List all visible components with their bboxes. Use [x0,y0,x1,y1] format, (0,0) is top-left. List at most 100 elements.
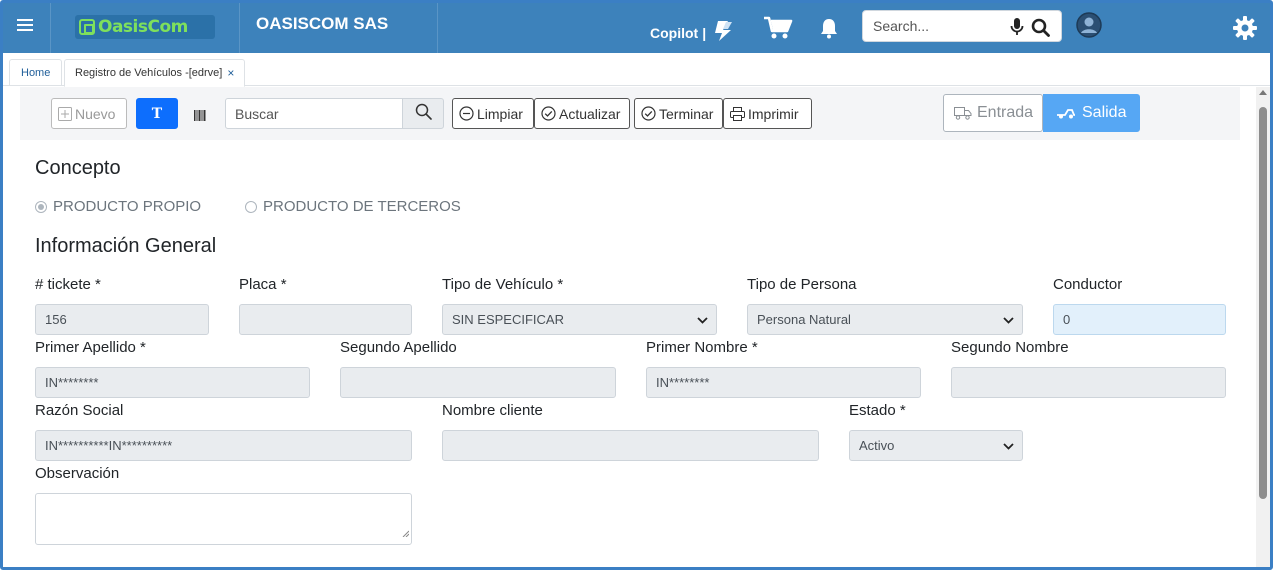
copilot-separator: | [702,24,707,41]
entrada-label: Entrada [977,104,1034,121]
radio-button[interactable] [245,200,257,213]
conductor-label: Conductor [1053,276,1123,293]
segundo-nombre-label: Segundo Nombre [951,339,1069,356]
radio-label: PRODUCTO DE TERCEROS [263,198,461,215]
tipo-vehiculo-value: SIN ESPECIFICAR [452,312,564,327]
estado-label: Estado * [849,402,906,419]
razon-social-field[interactable]: IN**********IN********** [35,430,412,461]
truck-icon [954,106,972,120]
tipo-vehiculo-label: Tipo de Vehículo * [442,276,564,293]
entrada-button[interactable]: Entrada [943,94,1043,132]
estado-select[interactable]: Activo [849,430,1023,461]
radio-producto-terceros[interactable]: PRODUCTO DE TERCEROS [245,198,461,215]
concepto-title: Concepto [35,157,121,179]
tipo-persona-select[interactable]: Persona Natural [747,304,1023,335]
nombre-cliente-label: Nombre cliente [442,402,543,419]
estado-value: Activo [859,438,895,453]
limpiar-button[interactable]: Limpiar [452,98,534,129]
scroll-up-icon[interactable] [1259,90,1267,95]
primer-apellido-label: Primer Apellido * [35,339,146,356]
text-mode-label: T [151,105,163,122]
tab-registro-vehiculos[interactable]: Registro de Vehículos -[edrve] × [64,59,246,87]
placa-label: Placa * [239,276,287,293]
text-mode-button[interactable]: T [136,98,178,129]
user-icon[interactable] [1076,12,1102,38]
ticket-field[interactable]: 156 [35,304,209,335]
primer-nombre-label: Primer Nombre * [646,339,758,356]
app-window: OasisCom OASISCOM SAS Copilot | Search..… [0,0,1273,570]
salida-button[interactable]: Salida [1043,94,1140,132]
logo-mark-icon [79,19,95,35]
minus-circle-icon [459,106,474,121]
vertical-scrollbar[interactable] [1256,87,1270,567]
search-icon[interactable] [1031,18,1050,42]
tab-home-label: Home [21,67,51,79]
segundo-apellido-field[interactable] [340,367,616,398]
informacion-general-title: Información General [35,235,217,257]
copilot-button[interactable]: Copilot | [650,20,736,45]
nombre-cliente-field[interactable] [442,430,819,461]
plus-square-icon [58,106,72,121]
resize-handle-icon[interactable] [402,524,410,542]
imprimir-label: Imprimir [748,105,799,122]
copilot-icon [710,20,736,45]
mic-icon[interactable] [1010,18,1024,41]
search-input[interactable] [873,18,1003,34]
chevron-down-icon [1003,438,1014,453]
barcode-icon[interactable] [194,108,206,126]
primer-apellido-field[interactable]: IN******** [35,367,310,398]
top-navbar: OasisCom OASISCOM SAS Copilot | [3,3,1270,53]
bell-icon[interactable] [819,17,839,44]
buscar-input[interactable] [225,98,403,129]
conductor-field[interactable]: 0 [1053,304,1226,335]
actualizar-label: Actualizar [559,105,621,122]
buscar-button[interactable] [402,98,444,129]
company-name: OASISCOM SAS [256,14,389,33]
ticket-label: # tickete * [35,276,101,293]
tipo-persona-value: Persona Natural [757,312,851,327]
terminar-button[interactable]: Terminar [634,98,723,129]
chevron-down-icon [1003,312,1014,327]
check-circle-icon [641,106,656,121]
tab-bar: Home Registro de Vehículos -[edrve] × [3,53,1270,87]
primer-apellido-value: IN******** [45,375,99,390]
radio-label: PRODUCTO PROPIO [53,198,202,215]
primer-nombre-value: IN******** [656,375,710,390]
ticket-value: 156 [45,312,67,327]
global-search [862,10,1062,42]
scroll-thumb[interactable] [1259,107,1267,499]
nuevo-button[interactable]: Nuevo [51,98,127,129]
navbar-divider [239,3,240,53]
placa-field[interactable] [239,304,412,335]
razon-social-label: Razón Social [35,402,124,419]
tipo-vehiculo-select[interactable]: SIN ESPECIFICAR [442,304,717,335]
radio-producto-propio[interactable]: PRODUCTO PROPIO [35,198,201,215]
logo-text: OasisCom [98,17,188,37]
nuevo-label: Nuevo [75,105,116,122]
tab-home[interactable]: Home [9,59,63,86]
menu-icon[interactable] [17,19,33,33]
imprimir-button[interactable]: Imprimir [723,98,812,129]
observacion-label: Observación [35,465,120,482]
radio-button-checked[interactable] [35,200,47,213]
observacion-textarea[interactable] [35,493,412,545]
check-circle-icon [541,106,556,121]
logo[interactable]: OasisCom [75,15,215,39]
chevron-down-icon [697,312,708,327]
close-icon[interactable]: × [227,66,234,80]
action-toolbar: Nuevo T Limpiar Actualizar Terminar Impr… [20,87,1240,140]
segundo-nombre-field[interactable] [951,367,1226,398]
terminar-label: Terminar [659,105,714,122]
primer-nombre-field[interactable]: IN******** [646,367,921,398]
conductor-value: 0 [1063,312,1071,327]
segundo-apellido-label: Segundo Apellido [340,339,457,356]
tab-label: Registro de Vehículos -[edrve] [75,67,223,79]
razon-social-value: IN**********IN********** [45,438,173,453]
gear-icon[interactable] [1232,15,1258,46]
cart-icon[interactable] [763,16,793,45]
salida-label: Salida [1082,104,1127,121]
search-icon [415,103,432,125]
actualizar-button[interactable]: Actualizar [534,98,630,129]
copilot-label: Copilot [650,24,699,41]
truck-moving-icon [1056,107,1076,119]
